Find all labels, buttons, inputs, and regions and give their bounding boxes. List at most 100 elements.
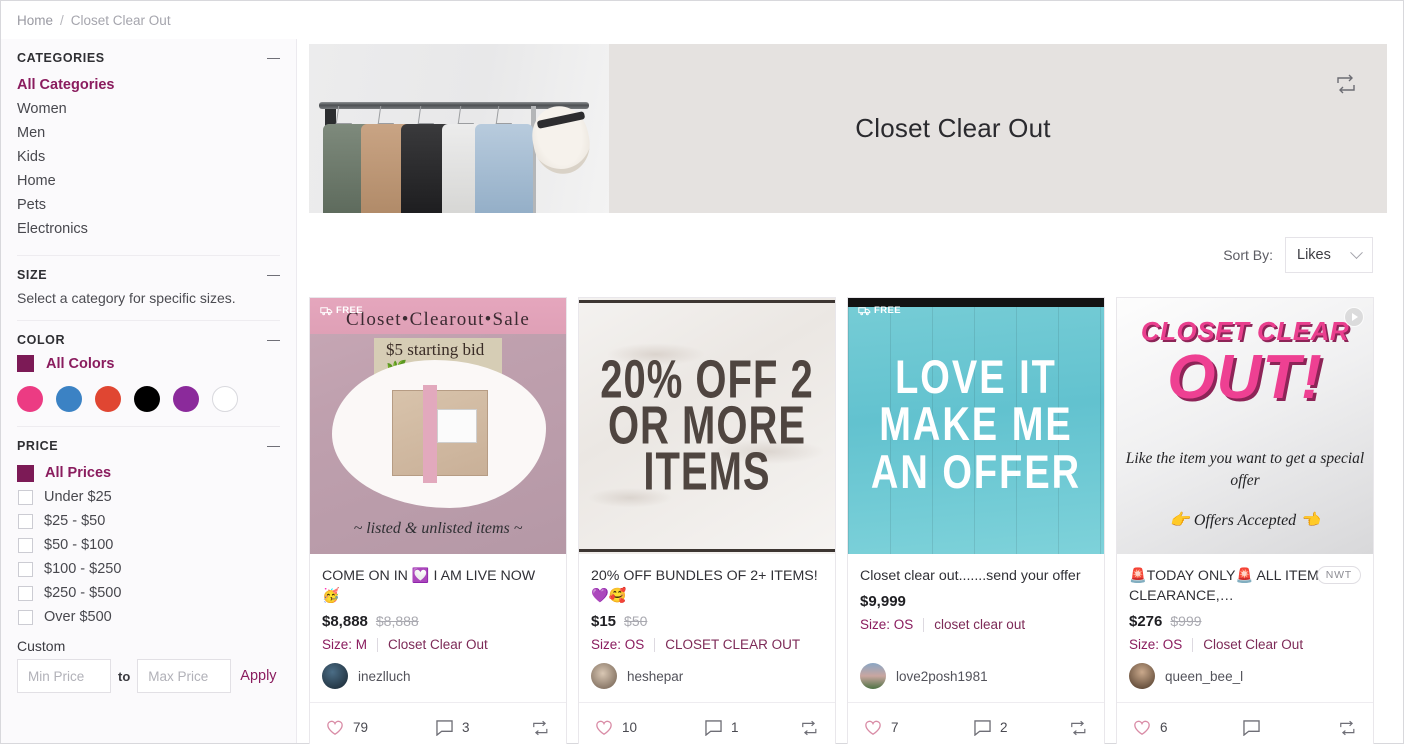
closet-clear-out-banner: Closet Clear Out [309,44,1387,213]
seller-row[interactable]: queen_bee_l [1117,663,1373,689]
listing-card[interactable]: CLOSET CLEAR OUT! Like the item you want… [1116,297,1374,744]
listing-size[interactable]: Size: OS [860,617,913,632]
price-option-over-500[interactable]: Over $500 [17,605,280,629]
max-price-input[interactable] [137,659,232,693]
listing-image[interactable]: LOVE IT MAKE ME AN OFFER FREE [848,298,1104,554]
price-header[interactable]: PRICE [17,439,280,453]
listing-price-line: $8,888 $8,888 [322,613,554,630]
seller-row[interactable]: inezlluch [310,663,566,689]
comment-button[interactable]: 2 [940,719,1069,736]
page-root: Home / Closet Clear Out CATEGORIES All C… [0,0,1404,744]
like-count: 79 [353,720,369,735]
art-bottom-bar [579,549,835,552]
color-swatch-red[interactable] [95,386,121,412]
price-checkbox-all[interactable] [17,464,34,482]
listing-image[interactable]: Closet•Clearout•Sale $5 starting bid 🌿 ~… [310,298,566,554]
collapse-minus-icon[interactable] [267,440,280,453]
price-checkbox-100-250[interactable] [18,561,33,577]
listing-title[interactable]: Closet clear out.......send your offer [860,566,1092,586]
sidebar-item-electronics[interactable]: Electronics [17,217,280,241]
comment-button[interactable]: 3 [402,719,531,736]
share-icon[interactable] [1335,74,1357,99]
share-icon[interactable] [1338,720,1357,736]
sidebar-item-kids[interactable]: Kids [17,145,280,169]
seller-username[interactable]: love2posh1981 [896,669,988,684]
categories-header[interactable]: CATEGORIES [17,51,280,65]
color-header[interactable]: COLOR [17,333,280,347]
listing-title[interactable]: COME ON IN 💟 I AM LIVE NOW 🥳 [322,566,554,606]
listing-image[interactable]: 20% OFF 2 OR MORE ITEMS [579,298,835,554]
price-option-100-250[interactable]: $100 - $250 [17,557,280,581]
listing-closet-name[interactable]: closet clear out [934,617,1025,632]
apply-price-button[interactable]: Apply [238,668,278,684]
price-option-250-500[interactable]: $250 - $500 [17,581,280,605]
listing-card[interactable]: LOVE IT MAKE ME AN OFFER FREE Closet cle… [847,297,1105,744]
breadcrumb-home[interactable]: Home [17,13,53,28]
listing-meta: Size: OS CLOSET CLEAR OUT [591,637,823,652]
min-price-input[interactable] [17,659,111,693]
collapse-minus-icon[interactable] [267,52,280,65]
listing-body: Closet clear out.......send your offer $… [848,554,1104,632]
all-colors-row[interactable]: All Colors [17,355,280,372]
listing-closet-name[interactable]: CLOSET CLEAR OUT [665,637,800,652]
sidebar-item-home[interactable]: Home [17,169,280,193]
seller-row[interactable]: heshepar [579,663,835,689]
listing-closet-name[interactable]: Closet Clear Out [388,637,488,652]
listing-closet-name[interactable]: Closet Clear Out [1203,637,1303,652]
listing-title[interactable]: 20% OFF BUNDLES OF 2+ ITEMS! 💜🥰 [591,566,823,606]
sidebar-item-men[interactable]: Men [17,121,280,145]
price-checkbox-under-25[interactable] [18,489,33,505]
listing-size[interactable]: Size: OS [1129,637,1182,652]
listing-size[interactable]: Size: OS [591,637,644,652]
like-button[interactable]: 7 [864,720,940,736]
listing-size[interactable]: Size: M [322,637,367,652]
price-checkbox-250-500[interactable] [18,585,33,601]
size-header[interactable]: SIZE [17,268,280,282]
seller-username[interactable]: inezlluch [358,669,411,684]
seller-username[interactable]: queen_bee_l [1165,669,1243,684]
sort-by-select[interactable]: Likes [1285,237,1373,273]
avatar[interactable] [1129,663,1155,689]
avatar[interactable] [591,663,617,689]
art-top-bar [579,300,835,303]
comment-button[interactable] [1209,719,1338,736]
sidebar-item-women[interactable]: Women [17,97,280,121]
avatar[interactable] [322,663,348,689]
seller-username[interactable]: heshepar [627,669,683,684]
like-button[interactable]: 79 [326,720,402,736]
collapse-minus-icon[interactable] [267,334,280,347]
share-icon[interactable] [800,720,819,736]
color-swatch-blue[interactable] [56,386,82,412]
color-swatch-pink[interactable] [17,386,43,412]
listing-price: $15 [591,613,617,630]
price-checkbox-25-50[interactable] [18,513,33,529]
like-button[interactable]: 6 [1133,720,1209,736]
color-swatch-white[interactable] [212,386,238,412]
play-icon[interactable] [1344,307,1364,327]
price-option-under-25[interactable]: Under $25 [17,485,280,509]
price-checkbox-50-100[interactable] [18,537,33,553]
sidebar-item-all-categories[interactable]: All Categories [17,73,280,97]
price-option-25-50[interactable]: $25 - $50 [17,509,280,533]
share-icon[interactable] [1069,720,1088,736]
like-button[interactable]: 10 [595,720,671,736]
listing-price-line: $9,999 [860,593,1092,610]
color-swatch-black[interactable] [134,386,160,412]
price-option-all[interactable]: All Prices [17,461,280,485]
meta-divider [923,617,925,632]
color-swatch-purple[interactable] [173,386,199,412]
filter-price: PRICE All Prices Under $25 $25 - $50 $50… [17,427,280,707]
avatar[interactable] [860,663,886,689]
price-option-50-100[interactable]: $50 - $100 [17,533,280,557]
seller-row[interactable]: love2posh1981 [848,663,1104,689]
sidebar-item-pets[interactable]: Pets [17,193,280,217]
comment-button[interactable]: 1 [671,719,800,736]
price-checkbox-over-500[interactable] [18,609,33,625]
collapse-minus-icon[interactable] [267,269,280,282]
make-me-an-offer-art: LOVE IT MAKE ME AN OFFER [848,298,1104,554]
listing-card[interactable]: Closet•Clearout•Sale $5 starting bid 🌿 ~… [309,297,567,744]
listing-card[interactable]: 20% OFF 2 OR MORE ITEMS 20% OFF BUNDLES … [578,297,836,744]
share-icon[interactable] [531,720,550,736]
listing-image[interactable]: CLOSET CLEAR OUT! Like the item you want… [1117,298,1373,554]
all-colors-swatch[interactable] [17,355,34,372]
